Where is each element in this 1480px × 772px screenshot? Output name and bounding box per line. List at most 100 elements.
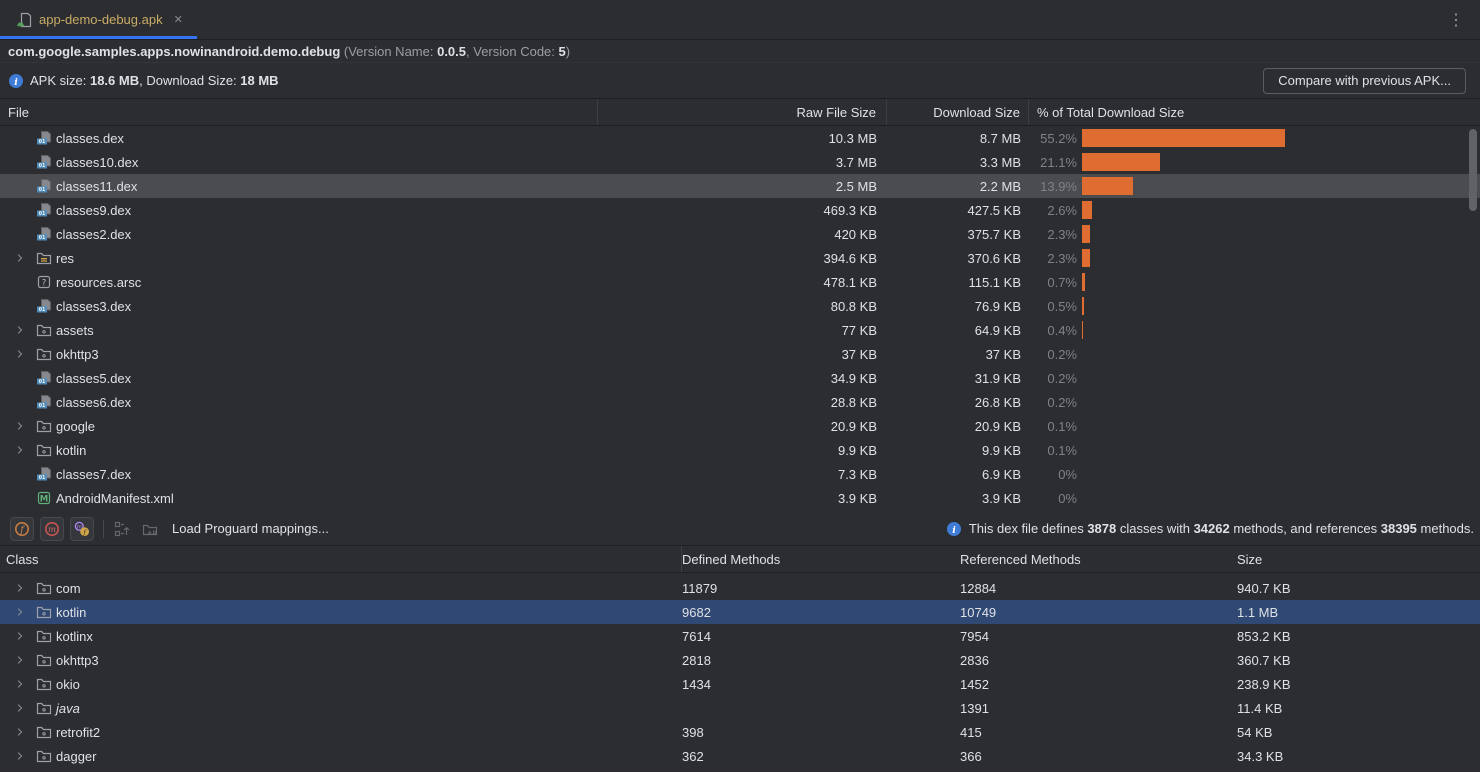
- file-row[interactable]: google20.9 KB20.9 KB0.1%: [0, 414, 1480, 438]
- chevron-right-icon[interactable]: [14, 582, 36, 594]
- chevron-right-icon[interactable]: [14, 606, 36, 618]
- svg-text:?: ?: [42, 278, 47, 288]
- file-name-cell: MAndroidManifest.xml: [0, 490, 598, 506]
- chevron-right-icon[interactable]: [14, 654, 36, 666]
- file-row[interactable]: assets77 KB64.9 KB0.4%: [0, 318, 1480, 342]
- file-row[interactable]: 01classes11.dex2.5 MB2.2 MB13.9%: [0, 174, 1480, 198]
- compare-previous-apk-button[interactable]: Compare with previous APK...: [1263, 68, 1466, 94]
- kebab-menu-icon[interactable]: ⋮: [1432, 0, 1480, 39]
- apk-file-icon: [16, 12, 32, 28]
- file-row[interactable]: 01classes.dex10.3 MB8.7 MB55.2%: [0, 126, 1480, 150]
- file-row[interactable]: 01classes3.dex80.8 KB76.9 KB0.5%: [0, 294, 1480, 318]
- show-all-classes-toggle[interactable]: mf: [70, 517, 94, 541]
- column-header-file[interactable]: File: [0, 99, 598, 125]
- class-row[interactable]: okio14341452238.9 KB: [0, 672, 1480, 696]
- file-row[interactable]: okhttp337 KB37 KB0.2%: [0, 342, 1480, 366]
- chevron-right-icon[interactable]: [14, 348, 36, 360]
- file-name-cell: res: [0, 250, 598, 266]
- download-pct-bar: [1082, 321, 1083, 339]
- file-row[interactable]: 01classes7.dex7.3 KB6.9 KB0%: [0, 462, 1480, 486]
- svg-text:M: M: [40, 494, 48, 504]
- column-header-referenced-methods[interactable]: Referenced Methods: [960, 552, 1237, 567]
- class-row[interactable]: dagger36236634.3 KB: [0, 744, 1480, 768]
- dex-info-text: iThis dex file defines 3878 classes with…: [946, 521, 1474, 537]
- file-name-cell: 01classes2.dex: [0, 226, 598, 242]
- package-name: okio: [56, 677, 80, 692]
- chevron-right-icon[interactable]: [14, 420, 36, 432]
- download-size: 64.9 KB: [887, 323, 1029, 338]
- version-name: 0.0.5: [437, 44, 466, 59]
- referenced-methods: 10749: [960, 605, 1237, 620]
- deobfuscate-names-icon[interactable]: a.b: [140, 519, 160, 539]
- package-name-cell: com: [0, 580, 682, 596]
- raw-file-size: 28.8 KB: [598, 395, 887, 410]
- dex-icon: 01: [36, 202, 52, 218]
- chevron-right-icon[interactable]: [14, 750, 36, 762]
- load-proguard-mappings-button[interactable]: Load Proguard mappings...: [172, 521, 329, 536]
- package-name: retrofit2: [56, 725, 100, 740]
- tab-apk[interactable]: app-demo-debug.apk ✕: [0, 0, 197, 39]
- download-pct: 55.2%: [1029, 131, 1077, 146]
- chevron-right-icon[interactable]: [14, 726, 36, 738]
- package-size: 853.2 KB: [1237, 629, 1480, 644]
- package-size: 238.9 KB: [1237, 677, 1480, 692]
- raw-file-size: 2.5 MB: [598, 179, 887, 194]
- download-size: 370.6 KB: [887, 251, 1029, 266]
- file-row[interactable]: 01classes10.dex3.7 MB3.3 MB21.1%: [0, 150, 1480, 174]
- column-header-class[interactable]: Class: [0, 546, 682, 572]
- class-row[interactable]: java139111.4 KB: [0, 696, 1480, 720]
- folder-icon: [36, 346, 52, 362]
- file-row[interactable]: 01classes2.dex420 KB375.7 KB2.3%: [0, 222, 1480, 246]
- file-name: classes6.dex: [56, 395, 131, 410]
- chevron-right-icon[interactable]: [14, 444, 36, 456]
- file-name-cell: google: [0, 418, 598, 434]
- file-row[interactable]: MAndroidManifest.xml3.9 KB3.9 KB0%: [0, 486, 1480, 510]
- download-pct: 0.2%: [1029, 371, 1077, 386]
- file-table-header: File Raw File Size Download Size % of To…: [0, 99, 1480, 126]
- file-row[interactable]: 01classes9.dex469.3 KB427.5 KB2.6%: [0, 198, 1480, 222]
- file-row[interactable]: 01classes5.dex34.9 KB31.9 KB0.2%: [0, 366, 1480, 390]
- raw-file-size: 7.3 KB: [598, 467, 887, 482]
- tab-close-icon[interactable]: ✕: [174, 13, 183, 26]
- column-header-pct-of-total[interactable]: % of Total Download Size: [1029, 99, 1480, 125]
- download-size: 20.9 KB: [887, 419, 1029, 434]
- svg-text:a.b: a.b: [148, 530, 157, 536]
- download-size: 8.7 MB: [887, 131, 1029, 146]
- svg-text:01: 01: [39, 211, 46, 217]
- chevron-right-icon[interactable]: [14, 678, 36, 690]
- version-suffix: ): [566, 44, 570, 59]
- column-header-download-size[interactable]: Download Size: [887, 99, 1029, 125]
- class-row[interactable]: retrofit239841554 KB: [0, 720, 1480, 744]
- chevron-right-icon[interactable]: [14, 630, 36, 642]
- file-row[interactable]: res394.6 KB370.6 KB2.3%: [0, 246, 1480, 270]
- file-row[interactable]: kotlin9.9 KB9.9 KB0.1%: [0, 438, 1480, 462]
- arsc-icon: ?: [36, 274, 52, 290]
- file-name-cell: 01classes.dex: [0, 130, 598, 146]
- file-row[interactable]: 01classes6.dex28.8 KB26.8 KB0.2%: [0, 390, 1480, 414]
- column-header-defined-methods[interactable]: Defined Methods: [682, 552, 960, 567]
- column-header-size[interactable]: Size: [1237, 552, 1480, 567]
- column-header-raw-file-size[interactable]: Raw File Size: [598, 99, 887, 125]
- chevron-right-icon[interactable]: [14, 252, 36, 264]
- tree-expand-icon[interactable]: [112, 519, 132, 539]
- package-name: com: [56, 581, 81, 596]
- file-name: res: [56, 251, 74, 266]
- svg-text:01: 01: [39, 403, 46, 409]
- chevron-right-icon[interactable]: [14, 324, 36, 336]
- file-row[interactable]: ?resources.arsc478.1 KB115.1 KB0.7%: [0, 270, 1480, 294]
- file-name-cell: 01classes9.dex: [0, 202, 598, 218]
- svg-text:i: i: [952, 525, 956, 536]
- class-row[interactable]: okhttp328182836360.7 KB: [0, 648, 1480, 672]
- show-fields-toggle[interactable]: f: [10, 517, 34, 541]
- class-row[interactable]: kotlinx76147954853.2 KB: [0, 624, 1480, 648]
- file-name: classes.dex: [56, 131, 124, 146]
- svg-text:01: 01: [39, 307, 46, 313]
- class-row[interactable]: com1187912884940.7 KB: [0, 576, 1480, 600]
- vertical-scrollbar[interactable]: [1469, 129, 1477, 211]
- package-name: com.google.samples.apps.nowinandroid.dem…: [8, 44, 340, 59]
- defined-methods: 398: [682, 725, 960, 740]
- show-methods-toggle[interactable]: m: [40, 517, 64, 541]
- class-row[interactable]: kotlin9682107491.1 MB: [0, 600, 1480, 624]
- download-size: 3.3 MB: [887, 155, 1029, 170]
- chevron-right-icon[interactable]: [14, 702, 36, 714]
